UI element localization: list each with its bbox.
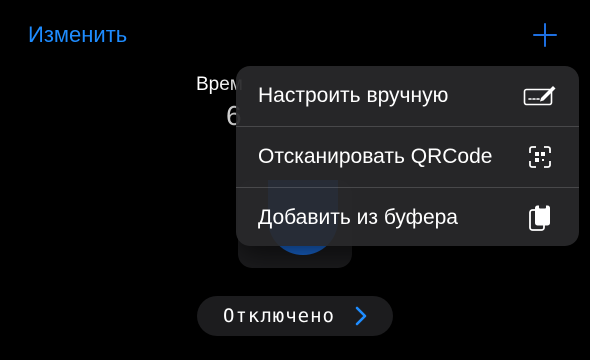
add-menu: Настроить вручную Отсканировать QRCode Д… <box>236 66 579 246</box>
edit-button[interactable]: Изменить <box>28 22 127 48</box>
status-label: Отключено <box>223 305 335 327</box>
menu-item-manual[interactable]: Настроить вручную <box>236 66 579 126</box>
menu-item-label: Добавить из буфера <box>258 206 458 229</box>
chevron-right-icon <box>355 306 367 326</box>
qr-scan-icon <box>523 143 557 171</box>
plus-icon[interactable] <box>532 22 558 48</box>
clipboard-icon <box>523 204 557 232</box>
menu-item-label: Настроить вручную <box>258 84 449 107</box>
menu-item-paste[interactable]: Добавить из буфера <box>236 187 579 246</box>
status-button[interactable]: Отключено <box>197 296 393 336</box>
menu-item-label: Отсканировать QRCode <box>258 145 493 168</box>
manual-edit-icon <box>523 82 557 110</box>
menu-item-scan-qr[interactable]: Отсканировать QRCode <box>236 126 579 187</box>
